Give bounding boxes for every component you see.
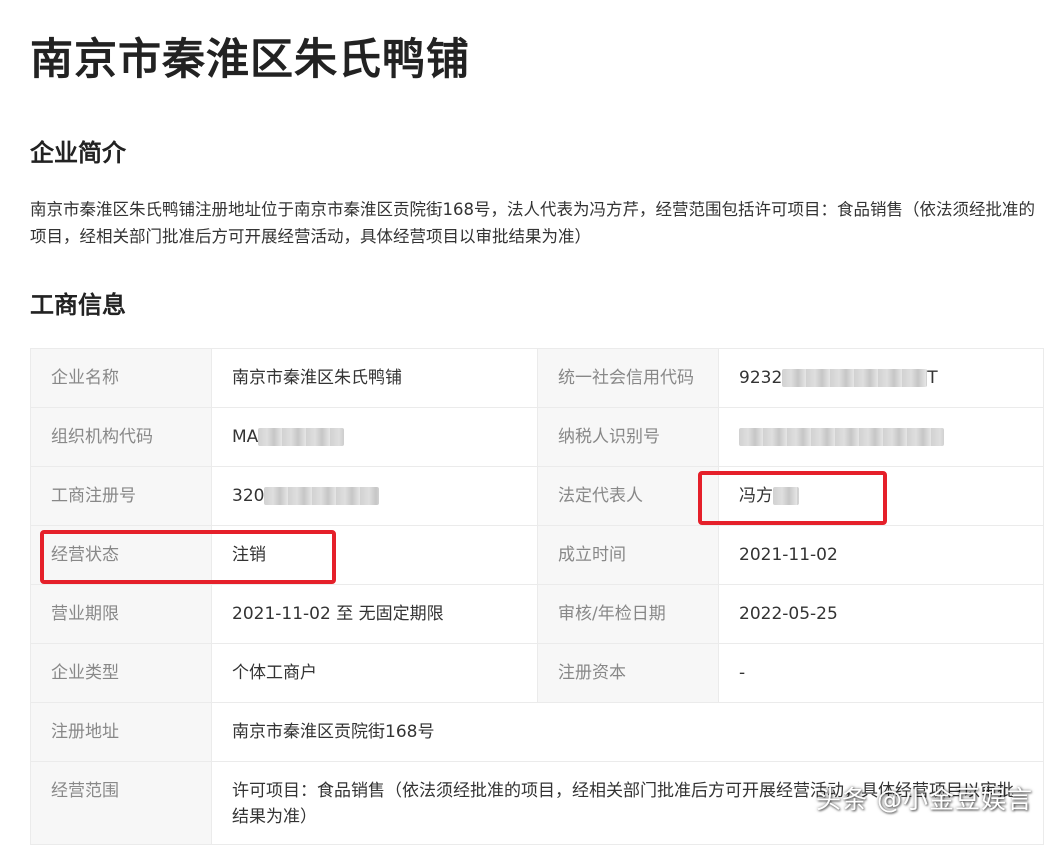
watermark-text: 头条 @小金豆娱言: [816, 785, 1033, 814]
reg-number-prefix: 320: [232, 486, 265, 506]
table-row: 企业名称 南京市秦淮区朱氏鸭铺 统一社会信用代码 9232 T: [30, 348, 1044, 408]
taxpayer-id-label: 纳税人识别号: [537, 407, 719, 467]
taxpayer-id-value: [718, 407, 1044, 467]
table-row: 组织机构代码 MA 纳税人识别号: [30, 407, 1044, 467]
credit-code-label: 统一社会信用代码: [537, 348, 719, 408]
company-name-label: 企业名称: [30, 348, 212, 408]
business-term-label: 营业期限: [30, 584, 212, 644]
registered-address-label: 注册地址: [30, 702, 212, 762]
redaction-mask: [258, 428, 345, 446]
business-term-value: 2021-11-02 至 无固定期限: [211, 584, 538, 644]
legal-rep-label: 法定代表人: [537, 466, 719, 526]
table-row: 工商注册号 320 法定代表人 冯方: [30, 466, 1044, 526]
company-type-label: 企业类型: [30, 643, 212, 703]
page-title: 南京市秦淮区朱氏鸭铺: [30, 35, 470, 85]
redaction-mask: [782, 369, 928, 387]
established-date-label: 成立时间: [537, 525, 719, 585]
credit-code-suffix: T: [927, 368, 938, 388]
redaction-mask: [739, 428, 944, 446]
org-code-value: MA: [211, 407, 538, 467]
org-code-prefix: MA: [232, 427, 259, 447]
table-row: 企业类型 个体工商户 注册资本 -: [30, 643, 1044, 703]
approval-date-label: 审核/年检日期: [537, 584, 719, 644]
business-info-table: 企业名称 南京市秦淮区朱氏鸭铺 统一社会信用代码 9232 T 组织机构代码 MA…: [30, 348, 1044, 845]
intro-text: 南京市秦淮区朱氏鸭铺注册地址位于南京市秦淮区贡院街168号，法人代表为冯方芹，经…: [30, 200, 1035, 246]
registered-capital-value: -: [718, 643, 1044, 703]
business-info-heading: 工商信息: [30, 291, 126, 319]
org-code-label: 组织机构代码: [30, 407, 212, 467]
registered-address-value: 南京市秦淮区贡院街168号: [211, 702, 1044, 762]
approval-date-value: 2022-05-25: [718, 584, 1044, 644]
table-row: 营业期限 2021-11-02 至 无固定期限 审核/年检日期 2022-05-…: [30, 584, 1044, 644]
intro-heading: 企业简介: [30, 139, 126, 167]
company-type-value: 个体工商户: [211, 643, 538, 703]
redaction-mask: [264, 487, 380, 505]
registered-capital-label: 注册资本: [537, 643, 719, 703]
credit-code-prefix: 9232: [739, 368, 783, 388]
established-date-value: 2021-11-02: [718, 525, 1044, 585]
legal-rep-highlight-box: [698, 471, 887, 525]
reg-number-value: 320: [211, 466, 538, 526]
reg-number-label: 工商注册号: [30, 466, 212, 526]
credit-code-value: 9232 T: [718, 348, 1044, 408]
status-highlight-box: [40, 530, 336, 584]
business-scope-label: 经营范围: [30, 761, 212, 845]
table-row: 注册地址 南京市秦淮区贡院街168号: [30, 702, 1044, 762]
company-name-value: 南京市秦淮区朱氏鸭铺: [211, 348, 538, 408]
